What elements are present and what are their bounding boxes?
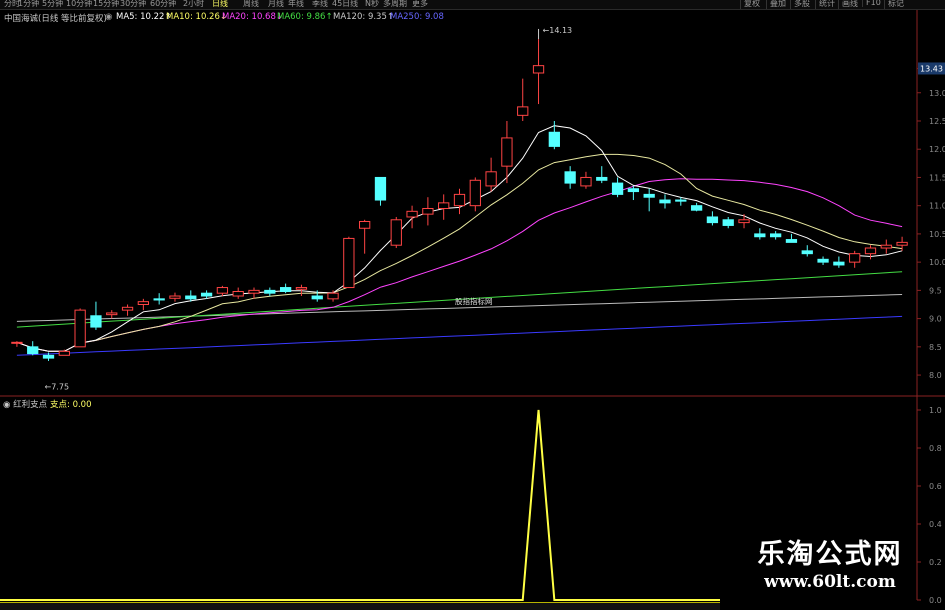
sub-label: 0.4 [929,520,942,529]
candle-body [264,289,276,294]
low-label: ←7.75 [45,382,70,391]
candle-body [279,287,292,292]
candle-body [374,176,387,201]
candle-body [849,253,861,263]
sub-label: 0.0 [929,596,942,605]
candle-body [532,65,545,74]
candle-body [406,210,418,218]
candle-body [438,202,450,210]
candle-body [453,193,466,207]
candle-body [121,306,134,311]
candle-body [817,258,829,263]
candle-body [785,239,798,243]
candle-body [422,208,434,215]
price-label: 11.5 [929,173,945,182]
price-label: 12.0 [929,145,945,154]
kline-chart[interactable]: 13.43 13.0 12.5 12.0 11.5 11.0 10.5 10.0 9.5 9.0 8… [0,0,945,609]
price-label: 8.0 [929,371,942,380]
candle-body [74,309,86,348]
candle-body [548,131,560,147]
candle-body [659,199,671,204]
candle-body [580,176,592,187]
price-label: 9.0 [929,315,942,324]
candle-body [216,287,229,294]
candle-body [833,261,845,266]
candle-body [738,219,750,224]
candle-body [185,295,197,300]
candle-body [295,287,308,290]
candle-body [390,219,402,246]
price-label: 13.0 [929,89,945,98]
candle-body [880,244,892,249]
watermark-title: 乐淘公式网 [757,539,903,570]
candle-body [359,220,371,229]
candle-body [248,289,260,294]
candle-body [690,205,703,211]
candle-body [754,233,766,238]
candle-body [343,237,355,289]
sub-label: 0.8 [929,444,942,453]
watermark: 乐淘公式网 www.60lt.com [735,538,925,592]
candle-body [232,290,244,297]
candle-body [517,106,529,116]
candle-body [706,216,719,224]
candle-body [611,182,624,195]
signal-line [0,409,720,601]
candle-body [501,137,513,167]
candle-body [27,346,39,355]
candle-body [90,315,102,328]
sub-label: 0.6 [929,482,942,491]
price-label: 8.5 [929,343,942,352]
candle-body [864,247,877,255]
current-price-label: 13.43 [920,64,943,73]
candle-body [469,179,481,207]
candle-body [11,341,23,344]
candle-body [311,295,323,300]
candle-body [106,312,118,316]
candle-body [770,233,782,238]
price-label: 11.0 [929,202,945,211]
candle-body [801,250,813,255]
candle-body [58,350,70,356]
candle-body [675,199,687,202]
sub-label: 0.2 [929,558,942,567]
price-label: 10.5 [929,230,945,239]
candle-body [137,301,149,305]
high-label: ←14.13 [543,26,573,35]
candle-body [564,171,576,184]
candle-body [896,241,908,246]
ma250-line [16,315,903,356]
candle-body [485,171,497,187]
candle-body [722,219,734,226]
candle-body [200,292,213,297]
center-label: 股指指标网 [455,296,493,306]
candle-body [596,176,608,181]
candle-body [42,354,55,359]
candle-body [643,193,655,198]
candle-body [627,188,640,193]
price-label: 10.0 [929,258,945,267]
price-label: 9.5 [929,286,942,295]
watermark-url: www.60lt.com [764,572,896,592]
candle-body [327,292,339,300]
sub-label: 1.0 [929,406,942,415]
candle-body [169,295,181,299]
candle-body [153,298,165,301]
price-label: 12.5 [929,117,945,126]
